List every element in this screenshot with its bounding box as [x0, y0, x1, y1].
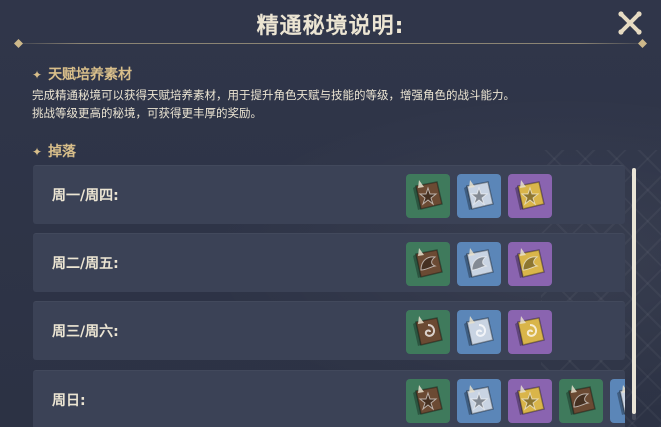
- drop-day-label: 周一/周四:: [52, 188, 119, 204]
- talent-book-item[interactable]: [406, 174, 450, 218]
- talent-book-icon: [413, 316, 443, 346]
- talent-book-icon: [464, 248, 494, 278]
- talent-book-icon: [515, 316, 545, 346]
- talent-book-item[interactable]: [457, 379, 501, 423]
- drop-day-label: 周二/周五:: [52, 256, 119, 272]
- scrollbar-thumb[interactable]: [632, 168, 636, 414]
- drop-row: 周一/周四:: [33, 165, 625, 224]
- header-divider: [18, 43, 643, 44]
- talent-book-item[interactable]: [457, 174, 501, 218]
- section-heading-talent: ✦ 天赋培养素材: [32, 64, 132, 84]
- description-line: 完成精通秘境可以获得天赋培养素材，用于提升角色天赋与技能的等级，增强角色的战斗能…: [32, 88, 515, 102]
- talent-book-item[interactable]: [406, 379, 450, 423]
- section-heading-label: 天赋培养素材: [48, 67, 133, 83]
- star-bullet-icon: ✦: [32, 145, 43, 159]
- talent-book-icon: [566, 385, 596, 415]
- talent-book-icon: [413, 180, 443, 210]
- scrollbar[interactable]: [632, 168, 636, 420]
- dialog-panel: 精通秘境说明: ✦ 天赋培养素材 完成精通秘境可以获得天赋培养素材，用于提升角色天…: [0, 0, 661, 427]
- drop-day-label: 周三/周六:: [52, 324, 119, 340]
- section-heading-drops: ✦ 掉落: [32, 141, 76, 161]
- drop-day-label: 周日:: [52, 393, 86, 409]
- dialog-title: 精通秘境说明:: [256, 14, 405, 39]
- talent-book-icon: [464, 180, 494, 210]
- talent-book-icon: [515, 180, 545, 210]
- section-heading-label: 掉落: [48, 144, 77, 160]
- talent-book-icon: [515, 385, 545, 415]
- drop-row: 周三/周六:: [33, 301, 625, 360]
- description-line: 挑战等级更高的秘境，可获得更丰厚的奖励。: [32, 106, 262, 120]
- drop-list[interactable]: 周一/周四: 周二/周五: 周三/周六: 周日:: [33, 165, 625, 427]
- talent-book-item[interactable]: [508, 310, 552, 354]
- talent-book-item[interactable]: [508, 242, 552, 286]
- talent-book-icon: [515, 248, 545, 278]
- talent-book-item[interactable]: [610, 379, 625, 423]
- talent-book-item[interactable]: [457, 242, 501, 286]
- close-button[interactable]: [617, 10, 643, 36]
- divider-ornament-icon: [638, 39, 647, 48]
- talent-book-item[interactable]: [508, 379, 552, 423]
- drop-row: 周日:: [33, 370, 625, 427]
- talent-book-item[interactable]: [457, 310, 501, 354]
- talent-book-icon: [413, 248, 443, 278]
- talent-book-item[interactable]: [508, 174, 552, 218]
- talent-book-icon: [617, 385, 625, 415]
- dialog-header: 精通秘境说明:: [0, 0, 661, 48]
- close-icon: [618, 11, 642, 35]
- talent-book-item[interactable]: [559, 379, 603, 423]
- talent-book-icon: [464, 385, 494, 415]
- talent-book-item[interactable]: [406, 310, 450, 354]
- drop-row: 周二/周五:: [33, 233, 625, 292]
- divider-ornament-icon: [14, 39, 23, 48]
- talent-book-item[interactable]: [406, 242, 450, 286]
- talent-book-icon: [464, 316, 494, 346]
- section-description: 完成精通秘境可以获得天赋培养素材，用于提升角色天赋与技能的等级，增强角色的战斗能…: [32, 86, 632, 122]
- talent-book-icon: [413, 385, 443, 415]
- star-bullet-icon: ✦: [32, 68, 43, 82]
